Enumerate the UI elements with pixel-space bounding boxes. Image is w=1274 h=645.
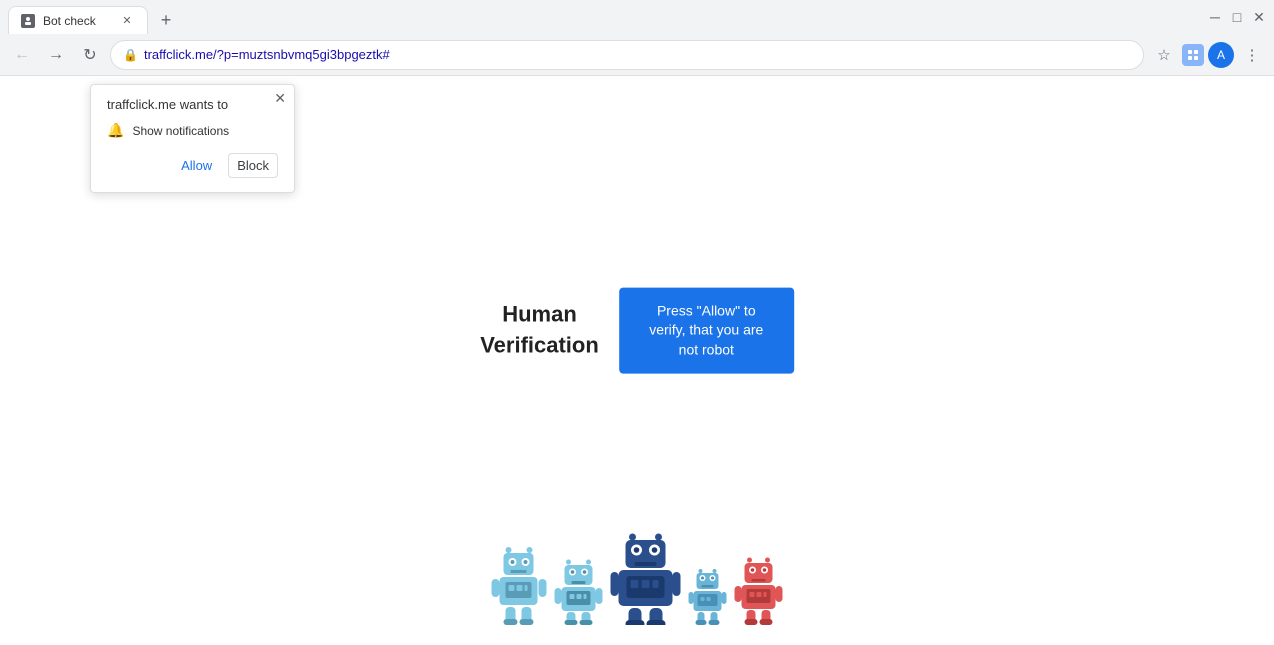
minimize-button[interactable]: ─ xyxy=(1208,10,1222,24)
window-controls: ─ □ ✕ xyxy=(1208,10,1266,24)
tab-title: Bot check xyxy=(43,14,111,28)
user-avatar[interactable]: A xyxy=(1208,42,1234,68)
active-tab[interactable]: Bot check ✕ xyxy=(8,6,148,34)
allow-button[interactable]: Allow xyxy=(173,153,220,178)
robot-3 xyxy=(611,530,681,625)
address-bar[interactable]: 🔒 traffclick.me/?p=muztsnbvmq5gi3bpgeztk… xyxy=(110,40,1144,70)
popup-permission-item: 🔔 Show notifications xyxy=(107,122,278,139)
new-tab-button[interactable]: + xyxy=(152,6,180,34)
verification-area: Human Verification Press "Allow" to veri… xyxy=(480,287,794,434)
menu-button[interactable]: ⋮ xyxy=(1238,41,1266,69)
browser-window: Bot check ✕ + ─ □ ✕ ← → ↻ 🔒 traffclick.m… xyxy=(0,0,1274,645)
verification-title: Human Verification xyxy=(480,300,599,362)
robot-1 xyxy=(492,545,547,625)
back-button[interactable]: ← xyxy=(8,41,36,69)
popup-buttons: Allow Block xyxy=(107,153,278,178)
block-button[interactable]: Block xyxy=(228,153,278,178)
tab-close-button[interactable]: ✕ xyxy=(119,13,135,29)
bookmark-button[interactable]: ☆ xyxy=(1150,41,1178,69)
extension-icon[interactable] xyxy=(1182,44,1204,66)
popup-title: traffclick.me wants to xyxy=(107,97,278,112)
url-text: traffclick.me/?p=muztsnbvmq5gi3bpgeztk# xyxy=(144,47,1131,62)
robots-area xyxy=(492,530,783,625)
reload-button[interactable]: ↻ xyxy=(76,41,104,69)
robot-5 xyxy=(735,553,783,625)
toolbar-right: ☆ A ⋮ xyxy=(1150,41,1266,69)
verification-content: Human Verification Press "Allow" to veri… xyxy=(480,287,794,374)
lock-icon: 🔒 xyxy=(123,48,138,62)
popup-permission-text: Show notifications xyxy=(132,124,229,138)
popup-close-button[interactable]: ✕ xyxy=(274,91,286,105)
toolbar: ← → ↻ 🔒 traffclick.me/?p=muztsnbvmq5gi3b… xyxy=(0,34,1274,76)
maximize-button[interactable]: □ xyxy=(1230,10,1244,24)
tab-strip: Bot check ✕ + xyxy=(8,0,1204,34)
close-button[interactable]: ✕ xyxy=(1252,10,1266,24)
forward-button[interactable]: → xyxy=(42,41,70,69)
page-content: ✕ traffclick.me wants to 🔔 Show notifica… xyxy=(0,76,1274,645)
robot-2 xyxy=(555,555,603,625)
notification-popup: ✕ traffclick.me wants to 🔔 Show notifica… xyxy=(90,84,295,193)
tab-favicon xyxy=(21,14,35,28)
verify-button[interactable]: Press "Allow" to verify, that you are no… xyxy=(619,287,794,374)
title-bar: Bot check ✕ + ─ □ ✕ xyxy=(0,0,1274,34)
robot-4 xyxy=(689,565,727,625)
bell-icon: 🔔 xyxy=(107,122,124,139)
